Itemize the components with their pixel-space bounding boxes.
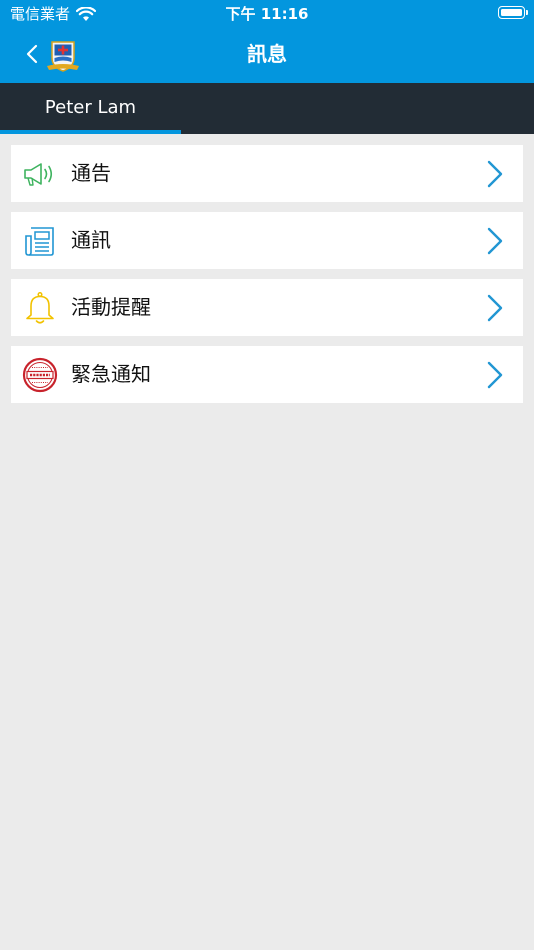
newsletter-icon — [25, 227, 54, 256]
tab-peter-lam[interactable]: Peter Lam — [0, 83, 181, 134]
tab-label: Peter Lam — [44, 97, 137, 118]
menu-item-emergency-notice[interactable]: 緊急通知 — [11, 346, 523, 403]
menu-item-notices[interactable]: 通告 — [11, 145, 523, 202]
active-tab-indicator — [0, 130, 181, 134]
chevron-right-icon — [487, 361, 503, 389]
urgent-stamp-icon — [22, 357, 58, 393]
message-category-list: 通告 通訊 活動提醒 緊急通知 — [11, 145, 523, 413]
menu-label: 通訊 — [71, 228, 111, 252]
navigation-bar: 訊息 — [0, 28, 534, 83]
menu-label: 活動提醒 — [71, 295, 151, 319]
menu-item-event-reminder[interactable]: 活動提醒 — [11, 279, 523, 336]
menu-label: 通告 — [71, 161, 111, 185]
battery-icon — [498, 6, 528, 19]
chevron-right-icon — [487, 227, 503, 255]
megaphone-icon — [24, 163, 53, 186]
chevron-right-icon — [487, 294, 503, 322]
bell-icon — [26, 291, 54, 324]
status-time: 下午 11:16 — [225, 5, 309, 23]
menu-item-newsletter[interactable]: 通訊 — [11, 212, 523, 269]
chevron-right-icon — [487, 160, 503, 188]
menu-label: 緊急通知 — [71, 362, 151, 386]
status-bar: 電信業者 下午 11:16 — [0, 0, 534, 28]
user-tab-bar: Peter Lam — [0, 83, 534, 134]
page-title: 訊息 — [247, 42, 287, 66]
app-header: 電信業者 下午 11:16 訊息 — [0, 0, 534, 83]
